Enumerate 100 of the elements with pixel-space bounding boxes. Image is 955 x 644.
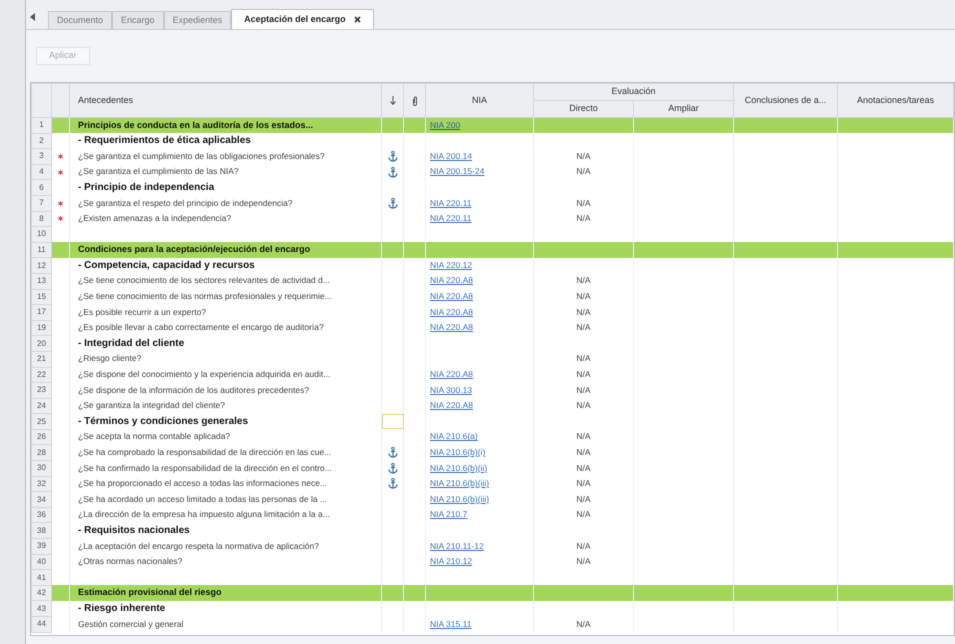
nia-link[interactable]: NIA 210.6(a) xyxy=(430,431,478,442)
question-text: Gestión comercial y general xyxy=(78,618,184,629)
evaluation-value: N/A xyxy=(576,447,591,458)
column-header[interactable]: Antecedentes xyxy=(78,94,134,105)
evaluation-value: N/A xyxy=(576,431,591,442)
nia-link[interactable]: NIA 220.11 xyxy=(430,198,472,208)
group-title: - Competencia, capacidad y recursos xyxy=(78,260,255,272)
evaluation-value: N/A xyxy=(576,462,591,473)
row-number: 43 xyxy=(37,604,46,613)
nia-link[interactable]: NIA 210.7 xyxy=(430,509,468,520)
row-number: 8 xyxy=(39,214,44,223)
evaluation-value: N/A xyxy=(576,556,591,566)
nia-link[interactable]: NIA 315.11 xyxy=(430,618,472,629)
row-number: 38 xyxy=(37,526,46,535)
question-text: ¿Se tiene conocimiento de las normas profesionales y requerimie... xyxy=(78,291,332,302)
tab-label: Aceptación del encargo xyxy=(244,12,346,26)
row-number: 10 xyxy=(37,229,46,238)
evaluation-value: N/A xyxy=(576,400,591,410)
evaluation-value: N/A xyxy=(576,509,591,520)
question-text: ¿Otras normas nacionales? xyxy=(78,556,182,566)
question-text: ¿Se dispone del conocimiento y la experiencia adquirida en audit... xyxy=(78,369,330,380)
tab[interactable]: Expedientes xyxy=(164,11,232,29)
group-title: - Requerimientos de ética aplicables xyxy=(78,135,251,146)
anchor-icon[interactable] xyxy=(388,198,398,209)
row-number: 13 xyxy=(37,276,46,286)
nia-link[interactable]: NIA 210.12 xyxy=(430,556,472,566)
question-text: ¿Se tiene conocimiento de los sectores relevantes de actividad d... xyxy=(78,275,330,286)
section-title: Estimación provisional del riesgo xyxy=(78,587,222,598)
anchor-icon[interactable] xyxy=(388,150,398,162)
group-title: - Integridad del cliente xyxy=(78,338,184,350)
row-number: 39 xyxy=(37,541,46,550)
nia-link[interactable]: NIA 200.15-24 xyxy=(430,166,484,176)
evaluation-value: N/A xyxy=(576,306,591,317)
tab[interactable]: Encargo xyxy=(112,11,164,29)
row-number: 1 xyxy=(39,120,44,130)
anchor-icon[interactable] xyxy=(388,462,398,474)
nia-link[interactable]: NIA 210.6(b)(iii) xyxy=(430,478,490,488)
anchor-icon[interactable] xyxy=(388,447,398,458)
question-text: ¿Es posible recurrir a un experto? xyxy=(78,306,206,317)
row-number: 7 xyxy=(39,198,44,208)
row-number: 12 xyxy=(37,260,46,270)
paperclip-icon[interactable] xyxy=(412,96,418,106)
column-header[interactable]: Directo xyxy=(569,103,598,114)
evaluation-value: N/A xyxy=(576,150,591,161)
tab[interactable]: Documento xyxy=(48,11,112,29)
question-text: ¿Riesgo cliente? xyxy=(78,353,142,364)
arrow-down-icon[interactable] xyxy=(390,96,396,105)
evaluation-value: N/A xyxy=(576,618,591,629)
tab[interactable]: Aceptación del encargo xyxy=(231,9,374,29)
nia-link[interactable]: NIA 220.A8 xyxy=(430,369,474,380)
nia-link[interactable]: NIA 300.13 xyxy=(430,384,472,395)
group-title: - Requisitos nacionales xyxy=(78,525,190,536)
nia-link[interactable]: NIA 200.14 xyxy=(430,150,472,161)
question-text: ¿La aceptación del encargo respeta la normativa de aplicación? xyxy=(78,540,319,551)
evaluation-value: N/A xyxy=(576,478,591,488)
evaluation-value: N/A xyxy=(576,275,591,286)
row-number: 2 xyxy=(39,136,44,145)
nia-link[interactable]: NIA 220.A8 xyxy=(430,291,474,302)
nia-link[interactable]: NIA 210.6(b)(ii) xyxy=(430,462,488,473)
row-number: 26 xyxy=(37,432,46,442)
nia-link[interactable]: NIA 220.A8 xyxy=(430,400,474,410)
question-text: ¿Es posible llevar a cabo correctamente el encargo de auditoría? xyxy=(78,322,324,332)
nia-link[interactable]: NIA 220.A8 xyxy=(430,322,474,332)
row-number: 30 xyxy=(37,463,46,472)
nia-link[interactable]: NIA 220.12 xyxy=(430,260,472,270)
column-header[interactable]: Ampliar xyxy=(668,103,699,114)
evaluation-value: N/A xyxy=(576,213,591,224)
question-text: ¿Se garantiza el cumplimiento de las NIA? xyxy=(78,166,239,176)
scroll-left-icon[interactable] xyxy=(30,13,36,21)
anchor-icon[interactable] xyxy=(388,478,398,490)
evaluation-value: N/A xyxy=(576,198,591,208)
row-number: 3 xyxy=(39,151,44,160)
row-number: 20 xyxy=(37,338,46,348)
question-text: ¿Se garantiza la integridad del cliente? xyxy=(78,400,225,410)
row-number: 23 xyxy=(37,385,46,394)
focused-cell[interactable] xyxy=(382,414,404,430)
section-title: Principios de conducta en la auditoría de los estados... xyxy=(78,120,314,130)
nia-link[interactable]: NIA 220.A8 xyxy=(430,275,474,286)
group-title: - Riesgo inherente xyxy=(78,603,166,614)
row-number: 44 xyxy=(37,619,46,628)
nia-link[interactable]: NIA 220.11 xyxy=(430,213,472,224)
close-icon[interactable] xyxy=(354,16,361,23)
group-title: - Principio de independencia xyxy=(78,182,214,194)
row-number: 21 xyxy=(37,354,46,364)
evaluation-value: N/A xyxy=(576,540,591,551)
nia-link[interactable]: NIA 200 xyxy=(430,120,460,130)
column-header[interactable]: NIA xyxy=(472,94,487,105)
row-number: 28 xyxy=(37,448,46,457)
question-text: ¿Se garantiza el cumplimiento de las obligaciones profesionales? xyxy=(78,150,325,161)
question-text: ¿Se ha confirmado la responsabilidad de la dirección en el contro... xyxy=(78,462,332,473)
question-text: ¿Existen amenazas a la independencia? xyxy=(78,213,232,224)
nia-link[interactable]: NIA 210.6(b)(iii) xyxy=(430,494,490,504)
row-number: 22 xyxy=(37,370,46,379)
nia-link[interactable]: NIA 220.A8 xyxy=(430,306,474,317)
nia-link[interactable]: NIA 210.11-12 xyxy=(430,540,484,551)
row-number: 19 xyxy=(37,323,46,332)
question-text: ¿Se dispone de la información de los auditores precedentes? xyxy=(78,384,310,395)
nia-link[interactable]: NIA 210.6(b)(i) xyxy=(430,447,486,458)
row-number: 32 xyxy=(37,478,46,488)
anchor-icon[interactable] xyxy=(388,166,398,178)
